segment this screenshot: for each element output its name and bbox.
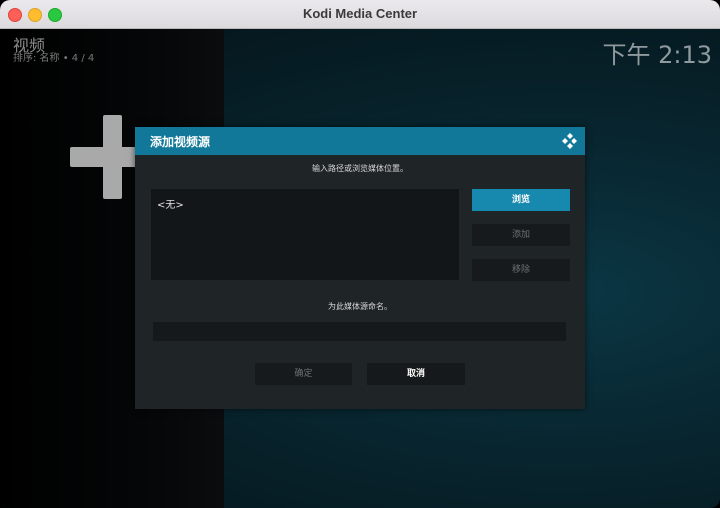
kodi-logo-icon (562, 133, 577, 149)
source-path-list[interactable]: <无> (151, 189, 459, 280)
remove-button[interactable]: 移除 (472, 259, 570, 281)
dialog-header: 添加视频源 (135, 127, 585, 155)
name-instruction: 为此媒体源命名。 (328, 302, 392, 311)
add-button[interactable]: 添加 (472, 224, 570, 246)
dialog-title: 添加视频源 (150, 135, 211, 149)
cancel-button[interactable]: 取消 (367, 363, 465, 385)
window-title: Kodi Media Center (302, 6, 418, 21)
browse-button[interactable]: 浏览 (472, 189, 570, 211)
ok-button[interactable]: 确定 (255, 363, 352, 385)
add-video-source-dialog: 添加视频源 输入路径或浏览媒体位置。 <无> 浏览 添加 移除 为此媒体源命名。… (135, 127, 585, 409)
kodi-content: 视频 排序: 名称 • 4 / 4 下午 2:13 添加视频源 输入路径或浏览媒… (0, 29, 720, 508)
path-instruction: 输入路径或浏览媒体位置。 (312, 164, 408, 173)
sort-info: 排序: 名称 • 4 / 4 (13, 53, 95, 64)
clock: 下午 2:13 (602, 41, 712, 69)
list-item[interactable]: <无> (157, 196, 184, 211)
source-name-field[interactable] (153, 322, 566, 341)
app-window: Kodi Media Center 视频 排序: 名称 • 4 / 4 下午 2… (0, 0, 720, 508)
title-bar: Kodi Media Center (0, 0, 720, 29)
